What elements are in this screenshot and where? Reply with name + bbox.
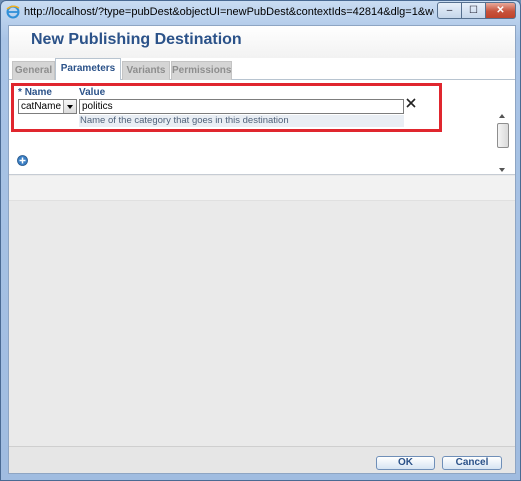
window-url: http://localhost/?type=pubDest&objectUI=… (24, 6, 434, 18)
cancel-button[interactable]: Cancel (442, 456, 502, 470)
parameter-hint: Name of the category that goes in this d… (79, 115, 404, 127)
tab-permissions[interactable]: Permissions (171, 61, 232, 80)
dialog-header: New Publishing Destination (9, 26, 515, 58)
dialog-client-area: New Publishing Destination General Param… (8, 25, 516, 474)
dialog-window: http://localhost/?type=pubDest&objectUI=… (0, 0, 521, 481)
name-column-header: * Name (18, 87, 52, 98)
browser-icon (6, 5, 20, 19)
tab-variants[interactable]: Variants (122, 61, 170, 80)
add-row-icon[interactable] (17, 155, 28, 166)
ok-button[interactable]: OK (376, 456, 435, 470)
tab-parameters[interactable]: Parameters (55, 58, 121, 81)
dialog-footer: OK Cancel (9, 446, 515, 473)
parameter-value-input[interactable] (79, 99, 404, 114)
tab-general[interactable]: General (12, 61, 55, 80)
scroll-down-icon[interactable] (499, 168, 505, 172)
panel-scrollbar[interactable] (496, 113, 510, 173)
parameters-panel: * Name Value catName Name of the categor… (9, 80, 515, 175)
title-bar[interactable]: http://localhost/?type=pubDest&objectUI=… (1, 1, 520, 25)
value-column-header: Value (79, 87, 106, 98)
content-band (9, 176, 515, 201)
scroll-up-icon[interactable] (499, 114, 505, 118)
maximize-button[interactable]: ☐ (461, 2, 486, 19)
minimize-button[interactable]: – (437, 2, 462, 19)
tab-strip: General Parameters Variants Permissions (9, 58, 515, 81)
scroll-thumb[interactable] (497, 123, 509, 148)
remove-row-icon[interactable] (405, 97, 417, 109)
parameter-name-select[interactable]: catName (18, 99, 77, 114)
page-title: New Publishing Destination (31, 31, 242, 48)
close-window-button[interactable]: ✕ (485, 2, 516, 19)
parameter-name-value: catName (21, 101, 62, 112)
name-column-label: Name (24, 87, 52, 98)
chevron-down-icon[interactable] (63, 100, 76, 113)
required-marker: * (18, 87, 22, 98)
